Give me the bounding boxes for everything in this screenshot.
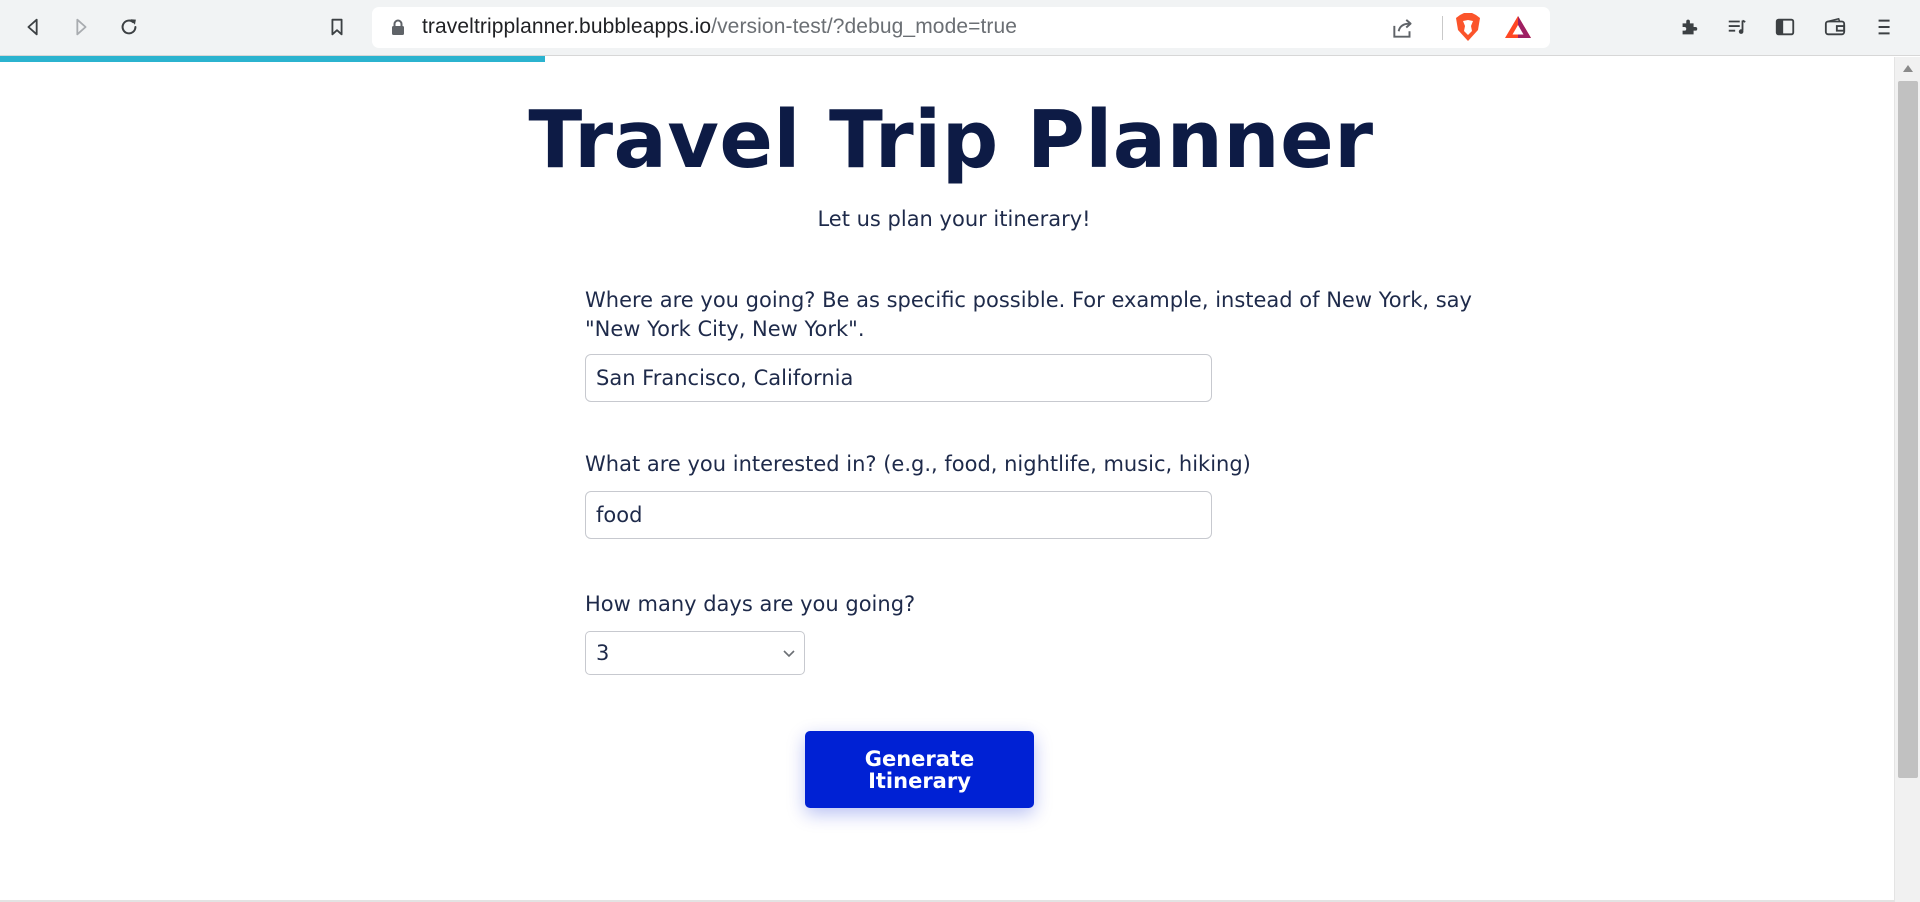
page-subtitle: Let us plan your itinerary!: [817, 207, 1091, 231]
extensions-button[interactable]: [1672, 10, 1706, 44]
wallet-button[interactable]: [1818, 10, 1852, 44]
forward-button[interactable]: [64, 10, 98, 44]
sidebar-icon: [1775, 18, 1795, 36]
wallet-icon: [1824, 17, 1846, 36]
back-icon: [27, 18, 38, 36]
menu-button[interactable]: [1868, 10, 1902, 44]
interests-input[interactable]: food: [585, 491, 1212, 539]
page-title: Travel Trip Planner: [528, 94, 1374, 186]
generate-itinerary-button[interactable]: Generate Itinerary: [805, 731, 1034, 808]
brave-shield-icon[interactable]: [1454, 12, 1482, 42]
url-path: /version-test/?debug_mode=true: [711, 15, 1018, 38]
sidebar-button[interactable]: [1768, 10, 1802, 44]
playlist-icon: [1728, 19, 1746, 34]
lock-icon: [392, 19, 404, 35]
days-select-value: 3: [596, 641, 610, 665]
bookmark-button[interactable]: [320, 10, 354, 44]
address-bar-divider: [1442, 16, 1443, 40]
chevron-down-icon: [783, 650, 795, 658]
back-button[interactable]: [16, 10, 50, 44]
url-text[interactable]: traveltripplanner.bubbleapps.io/version-…: [422, 15, 1017, 39]
bookmark-icon: [331, 18, 343, 36]
menu-icon: [1878, 19, 1890, 35]
share-icon[interactable]: [1390, 15, 1416, 41]
destination-label: Where are you going? Be as specific poss…: [585, 288, 1472, 341]
brave-rewards-icon[interactable]: [1504, 14, 1532, 40]
scroll-up-arrow[interactable]: [1903, 65, 1913, 72]
extensions-icon: [1682, 19, 1698, 35]
browser-toolbar: traveltripplanner.bubbleapps.io/version-…: [0, 0, 1920, 56]
url-domain: traveltripplanner.bubbleapps.io: [422, 15, 712, 38]
forward-icon: [76, 18, 87, 36]
reload-button[interactable]: [112, 10, 146, 44]
destination-input[interactable]: San Francisco, California: [585, 354, 1212, 402]
page-scrollbar[interactable]: [1894, 57, 1920, 902]
days-label: How many days are you going?: [585, 592, 916, 616]
playlist-button[interactable]: [1720, 10, 1754, 44]
address-bar[interactable]: traveltripplanner.bubbleapps.io/version-…: [372, 7, 1550, 48]
page-load-progress-bar: [0, 56, 545, 62]
scrollbar-thumb[interactable]: [1898, 81, 1918, 778]
generate-itinerary-label: Generate Itinerary: [864, 746, 975, 793]
interests-label: What are you interested in? (e.g., food,…: [585, 452, 1251, 476]
days-select[interactable]: 3: [585, 631, 805, 675]
reload-icon: [121, 19, 137, 35]
